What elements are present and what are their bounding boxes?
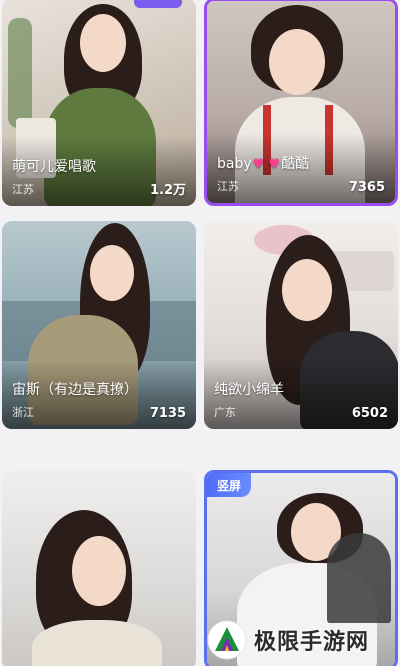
viewer-count: 7365: [348, 180, 385, 195]
stream-title: 纯欲小绵羊: [214, 382, 284, 398]
watermark-text: 极限手游网: [254, 630, 370, 655]
stream-card[interactable]: 萌可儿爱唱歌 江苏 1.2万: [2, 0, 196, 206]
stream-title: 萌可儿爱唱歌: [12, 159, 96, 175]
stream-thumbnail: [2, 470, 196, 666]
heart-icon: ♥ ♥: [252, 157, 281, 172]
stream-card[interactable]: [2, 470, 196, 666]
stream-card[interactable]: baby♥ ♥酷酷 江苏 7365: [204, 0, 398, 206]
stream-location: 广东: [214, 406, 236, 419]
mountain-logo-icon: [207, 620, 247, 660]
stream-location: 浙江: [12, 406, 34, 419]
live-indicator: [134, 0, 182, 8]
watermark: 极限手游网: [206, 616, 400, 664]
stream-grid: 萌可儿爱唱歌 江苏 1.2万 baby♥ ♥酷酷 江苏 7365 宙斯（有边是真…: [0, 0, 400, 666]
portrait-badge: 竖屏: [207, 473, 251, 497]
stream-title: baby♥ ♥酷酷: [217, 156, 310, 172]
viewer-count: 1.2万: [149, 183, 186, 198]
stream-card[interactable]: 纯欲小绵羊 广东 6502: [204, 221, 398, 429]
viewer-count: 6502: [351, 406, 388, 421]
stream-location: 江苏: [12, 183, 34, 196]
stream-location: 江苏: [217, 180, 239, 193]
stream-card[interactable]: 宙斯（有边是真撩） 浙江 7135: [2, 221, 196, 429]
viewer-count: 7135: [149, 406, 186, 421]
stream-title: 宙斯（有边是真撩）: [12, 382, 138, 398]
